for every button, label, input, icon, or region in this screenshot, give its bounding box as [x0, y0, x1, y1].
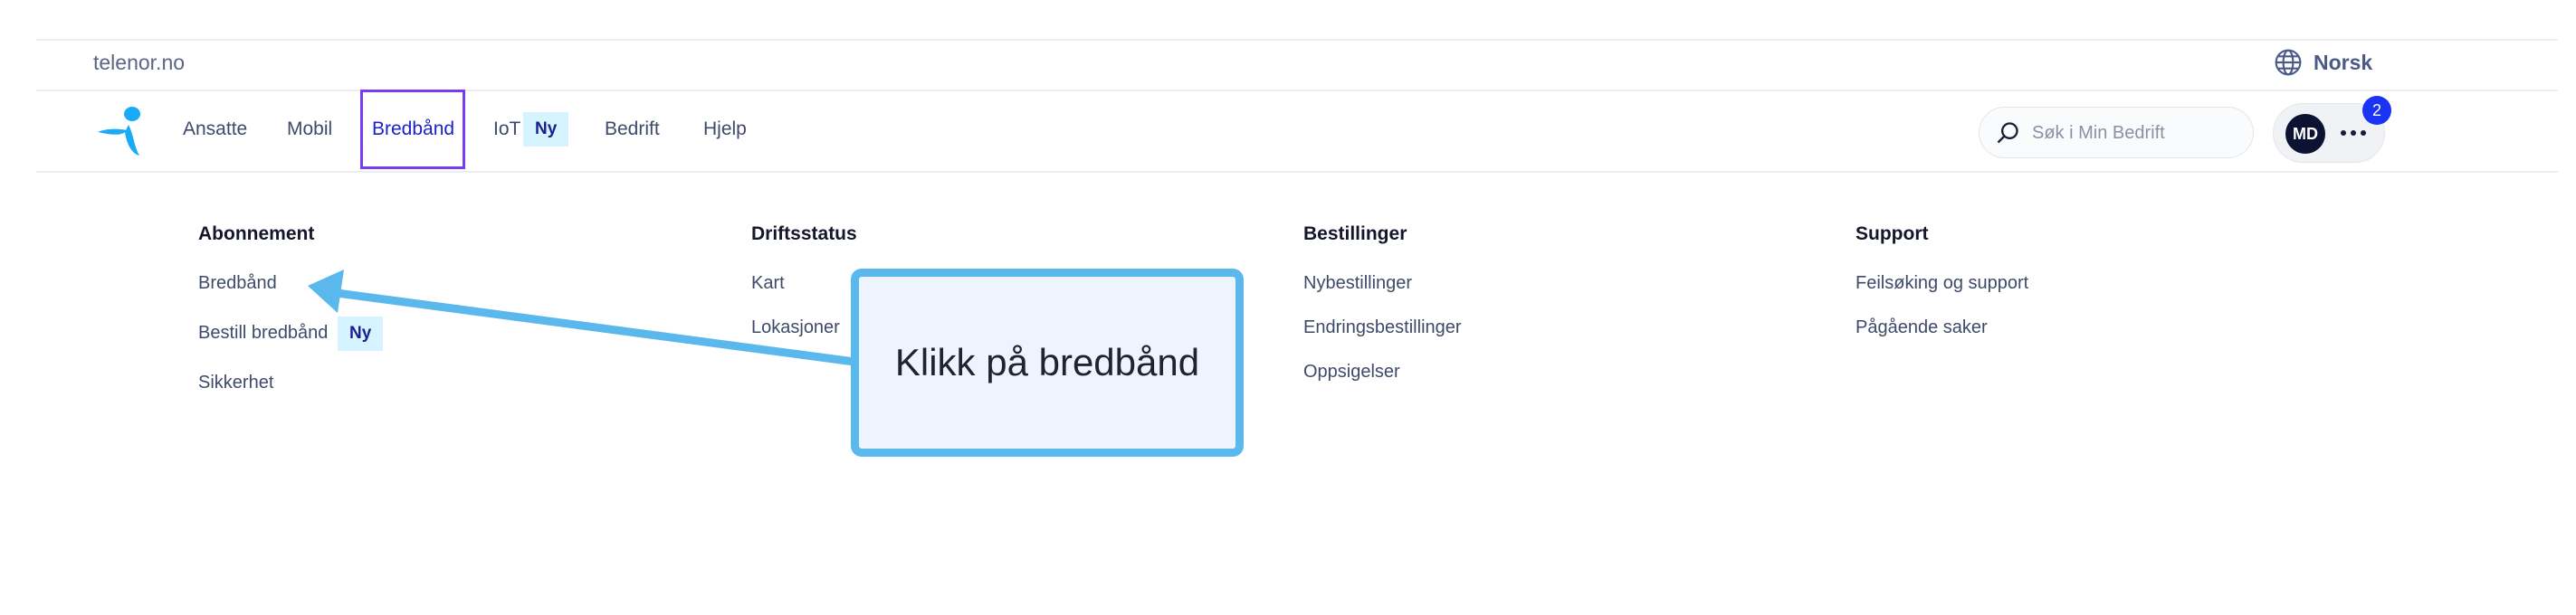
- annotation-callout: Klikk på bredbånd: [851, 269, 1244, 457]
- annotation-arrow: [308, 270, 855, 366]
- annotation-text: Klikk på bredbånd: [894, 341, 1200, 383]
